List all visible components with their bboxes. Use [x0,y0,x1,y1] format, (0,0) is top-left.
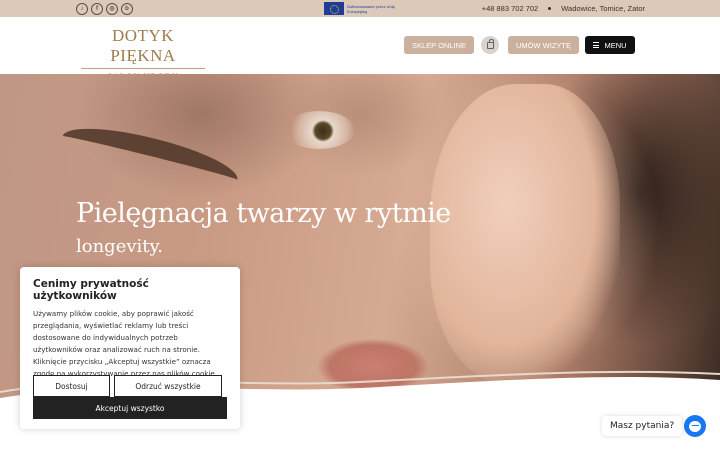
contact-info: +48 883 702 702 Wadowice, Tomice, Zator [482,0,645,17]
hero-image-hand [430,84,620,384]
locations-text: Wadowice, Tomice, Zator [561,4,645,13]
customize-button[interactable]: Dostosuj [33,375,110,397]
logo-title: DOTYK PIĘKNA [110,26,176,65]
menu-label: MENU [604,40,627,50]
reject-all-button[interactable]: Odrzuć wszystkie [114,375,222,397]
eu-funding-badge: Dofinansowane przez Unię Europejską [324,2,399,15]
logo[interactable]: DOTYK PIĘKNA SALON URODY [81,26,205,81]
header-nav: SKLEP ONLINE UMÓW WIZYTĘ MENU [403,36,635,54]
cookie-button-row: Dostosuj Odrzuć wszystkie [33,375,227,397]
eu-funding-text: Dofinansowane przez Unię Europejską [347,3,395,14]
shop-online-button[interactable]: SKLEP ONLINE [403,36,474,54]
phone-link[interactable]: +48 883 702 702 [482,4,539,13]
hero-image-brow [57,116,243,200]
accept-all-button[interactable]: Akceptuj wszystko [33,397,227,419]
messenger-button[interactable] [684,415,706,437]
hero-subtitle: longevity. [76,236,164,257]
eu-flag-icon [324,2,344,15]
shopping-bag-icon [486,38,494,49]
cookie-consent-banner: Cenimy prywatność użytkowników Używamy p… [20,267,240,429]
cookie-text: Używamy plików cookie, aby poprawić jako… [33,309,217,378]
social-links: ♪ f ◎ b [76,2,133,15]
top-bar: ♪ f ◎ b Dofinansowane przez Unię Europej… [0,0,720,17]
hero-title: Pielęgnacja twarzy w rytmie [76,198,451,229]
booksy-icon[interactable]: b [121,2,133,15]
chat-prompt[interactable]: Masz pytania? [602,416,683,436]
tiktok-icon[interactable]: ♪ [76,2,88,15]
instagram-icon[interactable]: ◎ [106,2,118,15]
logo-divider [81,68,205,69]
book-visit-button[interactable]: UMÓW WIZYTĘ [508,36,579,54]
page: ♪ f ◎ b Dofinansowane przez Unię Europej… [0,0,720,450]
hamburger-icon [593,42,600,48]
hero-image-eye [283,111,355,149]
header: DOTYK PIĘKNA SALON URODY SKLEP ONLINE UM… [0,17,720,81]
separator-dot [548,7,552,10]
cookie-title: Cenimy prywatność użytkowników [33,278,149,302]
cart-button[interactable] [481,36,499,54]
facebook-icon[interactable]: f [91,2,103,15]
messenger-icon [689,420,701,432]
menu-button[interactable]: MENU [585,36,635,54]
